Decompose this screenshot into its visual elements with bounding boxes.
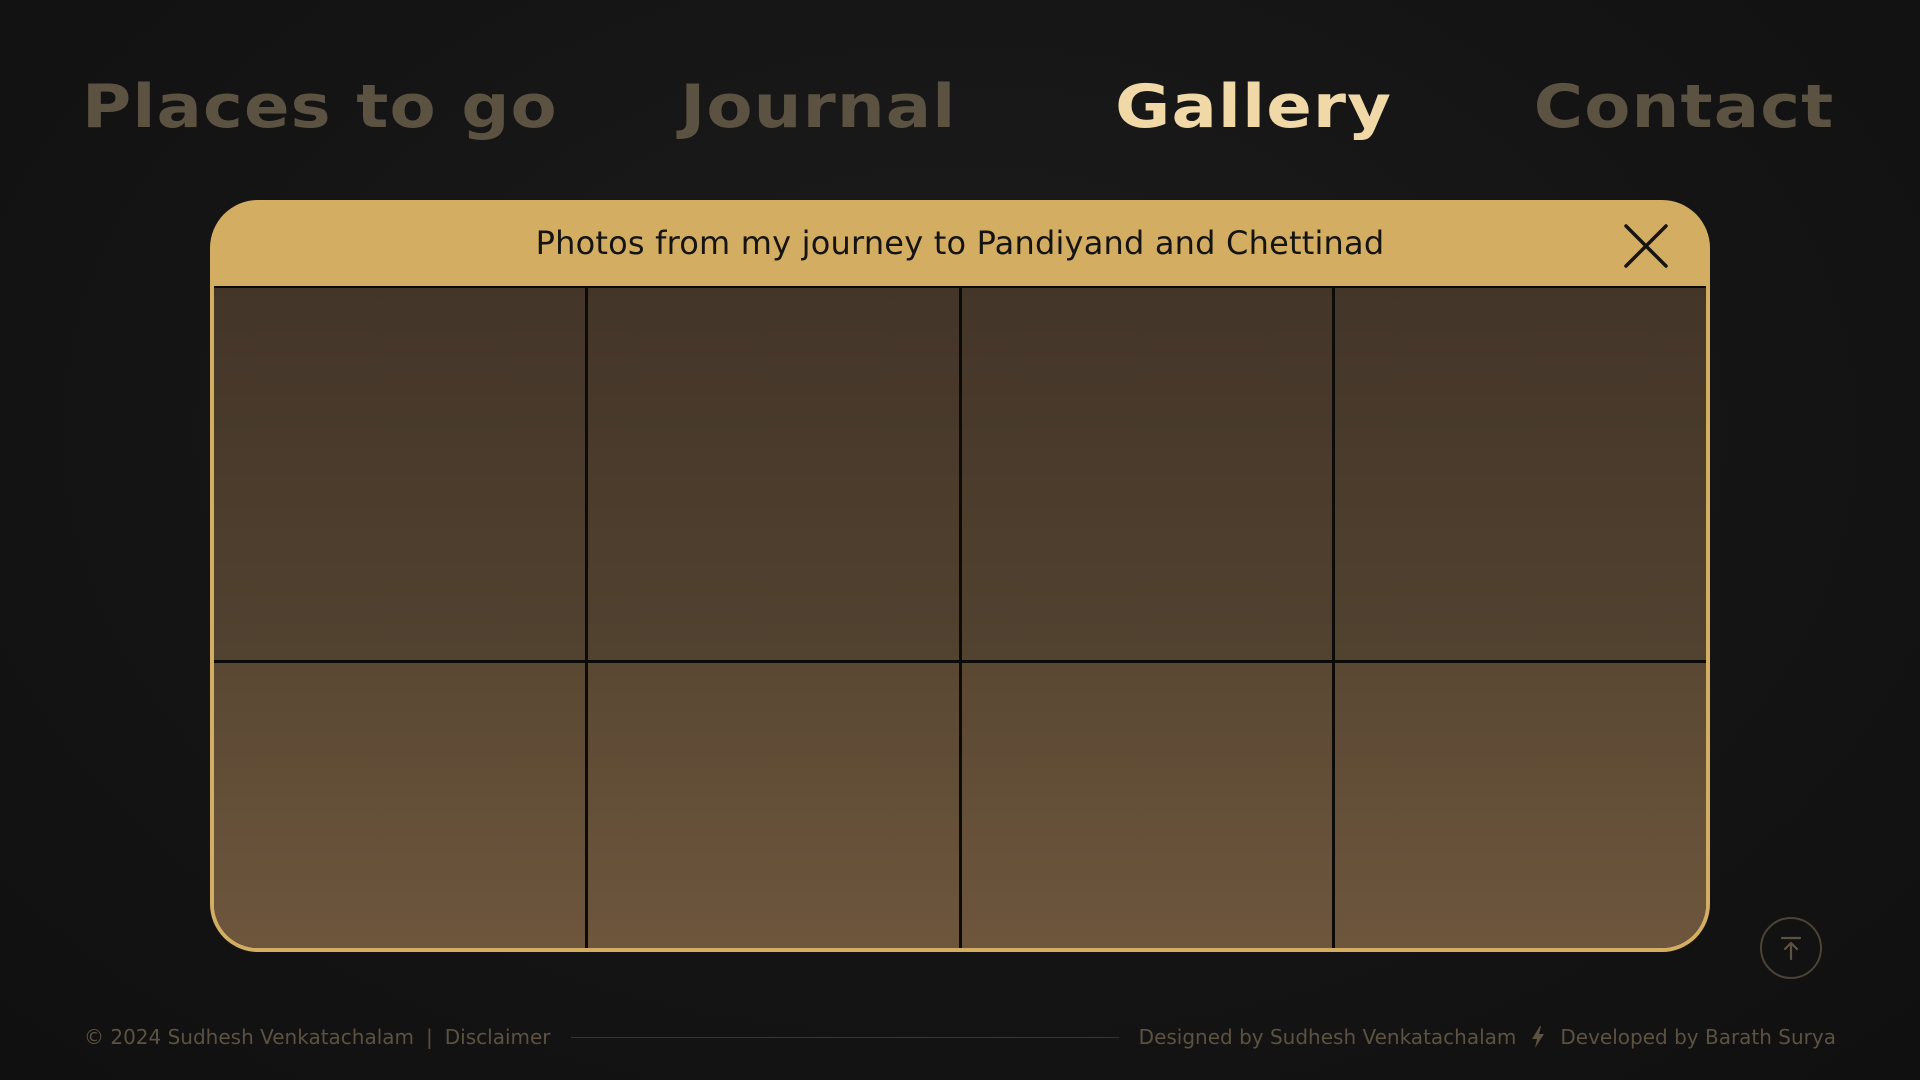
footer-left: © 2024 Sudhesh Venkatachalam | Disclaime… [84,1025,551,1049]
close-icon [1624,224,1668,268]
scroll-to-top-button[interactable] [1760,917,1822,979]
footer-divider [570,1036,1119,1038]
lightning-bolt-icon [1530,1025,1546,1049]
arrow-up-to-top-icon [1780,936,1802,961]
disclaimer-link[interactable]: Disclaimer [445,1025,551,1049]
developed-by-text: Developed by Barath Surya [1560,1025,1836,1049]
main-nav: Places to go Journal Gallery Contact [82,72,1834,142]
photo-tile[interactable] [214,663,585,948]
photo-tile[interactable] [961,663,1333,948]
nav-item-journal[interactable]: Journal [680,72,956,142]
nav-item-contact[interactable]: Contact [1533,72,1834,142]
photo-tile[interactable] [961,288,1333,660]
footer-right: Designed by Sudhesh Venkatachalam Develo… [1139,1025,1836,1049]
designed-by-text: Designed by Sudhesh Venkatachalam [1138,1025,1517,1049]
photo-tile[interactable] [587,288,959,660]
footer: © 2024 Sudhesh Venkatachalam | Disclaime… [84,1022,1836,1052]
nav-item-places-to-go[interactable]: Places to go [82,72,558,142]
copyright-text: © 2024 Sudhesh Venkatachalam [84,1025,415,1049]
photo-grid [214,286,1706,948]
close-button[interactable] [1622,222,1670,270]
modal-header: Photos from my journey to Pandiyand and … [210,200,1710,286]
modal-title: Photos from my journey to Pandiyand and … [535,224,1385,262]
photo-tile[interactable] [1335,663,1706,948]
photo-tile[interactable] [1335,288,1706,660]
footer-separator: | [426,1025,433,1049]
gallery-modal: Photos from my journey to Pandiyand and … [210,200,1710,952]
nav-item-gallery[interactable]: Gallery [1115,72,1392,142]
photo-tile[interactable] [587,663,959,948]
photo-tile[interactable] [214,288,585,660]
